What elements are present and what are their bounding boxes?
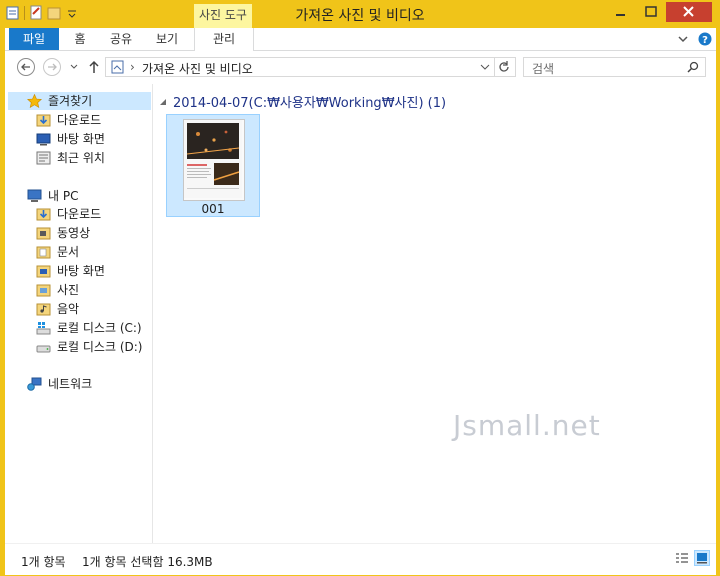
back-arrow-icon [21,63,30,71]
ribbon-controls: ? [678,32,712,46]
maximize-icon [645,6,657,17]
status-item-count: 1개 항목 [21,555,66,569]
tab-view[interactable]: 보기 [147,28,187,50]
large-icons-view-icon [697,553,707,564]
tab-file[interactable]: 파일 [9,28,59,50]
videos-folder-icon [36,227,51,240]
nav-pc-downloads[interactable]: 다운로드 [36,205,101,223]
nav-pc-videos[interactable]: 동영상 [36,224,90,242]
large-icons-view-button[interactable] [694,550,710,566]
back-button[interactable] [17,58,35,76]
file-item[interactable]: 001 [166,114,260,217]
details-view-button[interactable] [674,550,690,566]
nav-favorites-label: 즐겨찾기 [48,94,93,108]
nav-item-label: 바탕 화면 [57,264,105,278]
file-name: 001 [201,202,225,216]
system-drive-icon [36,322,51,335]
download-folder-icon [36,208,51,221]
computer-icon [27,189,42,202]
nav-item-label: 동영상 [57,226,91,240]
file-list-pane: 2014-04-07(C:₩사용자₩Working₩사진) (1) 001 Js… [153,84,716,543]
star-icon [27,94,42,108]
nav-pc-music[interactable]: 음악 [36,300,79,318]
minimize-icon [616,14,625,16]
search-icon[interactable] [687,61,699,73]
window-controls [606,2,712,22]
network-icon [27,377,42,391]
nav-item-label: 다운로드 [57,113,102,127]
nav-this-pc-label: 내 PC [48,189,79,203]
drive-icon [36,345,51,353]
address-row: › 가져온 사진 및 비디오 검색 [5,51,716,84]
nav-item-label: 문서 [57,245,80,259]
main-area: 즐겨찾기 다운로드 바탕 화면 최근 위치 내 PC 다운로드 동영상 문서 바… [5,84,716,543]
desktop-icon [36,133,51,146]
music-folder-icon [36,303,51,316]
tab-share[interactable]: 공유 [101,28,141,50]
help-icon[interactable]: ? [698,32,712,46]
nav-pc-documents[interactable]: 문서 [36,243,79,261]
file-thumbnail [183,119,245,201]
explorer-window: 사진 도구 가져온 사진 및 비디오 파일 홈 공유 보기 관리 ? › 가져온… [2,0,718,575]
address-dropdown-icon[interactable] [480,63,490,71]
forward-button[interactable] [43,58,61,76]
nav-item-label: 로컬 디스크 (C:) [57,321,142,335]
ribbon-tab-row: 파일 홈 공유 보기 관리 ? [5,28,716,51]
recent-locations-icon[interactable] [69,63,79,71]
nav-favorites-desktop[interactable]: 바탕 화면 [36,130,105,148]
nav-item-label: 최근 위치 [57,151,105,165]
documents-folder-icon [36,246,51,259]
nav-pc-pictures[interactable]: 사진 [36,281,79,299]
nav-this-pc[interactable]: 내 PC [27,187,78,205]
recent-places-icon [36,151,51,165]
watermark: Jsmall.net [453,409,601,442]
up-arrow-icon[interactable] [88,60,100,74]
tab-manage[interactable]: 관리 [194,28,254,51]
refresh-button[interactable] [494,57,516,77]
nav-item-label: 음악 [57,302,80,316]
nav-pc-desktop[interactable]: 바탕 화면 [36,262,105,280]
svg-text:?: ? [702,35,708,46]
title-bar: 사진 도구 가져온 사진 및 비디오 [2,0,718,28]
nav-item-label: 로컬 디스크 (D:) [57,340,143,354]
refresh-icon [499,61,509,72]
nav-pc-drive-d[interactable]: 로컬 디스크 (D:) [36,338,142,356]
nav-network[interactable]: 네트워크 [27,375,92,393]
nav-favorites[interactable]: 즐겨찾기 [8,92,151,110]
desktop-folder-icon [36,265,51,278]
forward-arrow-icon [48,63,57,71]
pictures-folder-icon [36,284,51,297]
nav-item-label: 사진 [57,283,80,297]
tab-home[interactable]: 홈 [63,28,97,50]
details-view-icon [676,553,688,563]
close-button[interactable] [666,2,712,22]
group-header[interactable]: 2014-04-07(C:₩사용자₩Working₩사진) (1) [159,92,446,111]
nav-favorites-downloads[interactable]: 다운로드 [36,111,101,129]
search-input[interactable]: 검색 [523,57,706,77]
address-bar[interactable]: › 가져온 사진 및 비디오 [105,57,495,77]
status-bar: 1개 항목 1개 항목 선택함 16.3MB [5,543,716,575]
download-folder-icon [36,114,51,127]
collapse-group-icon[interactable] [159,98,167,106]
navigation-pane: 즐겨찾기 다운로드 바탕 화면 최근 위치 내 PC 다운로드 동영상 문서 바… [5,84,153,543]
nav-item-label: 다운로드 [57,207,102,221]
pictures-library-icon [111,60,124,74]
search-placeholder: 검색 [532,62,555,76]
breadcrumb-separator[interactable]: › [130,60,135,74]
photo-thumbnail-image [184,120,242,198]
nav-pc-drive-c[interactable]: 로컬 디스크 (C:) [36,319,142,337]
nav-network-label: 네트워크 [48,377,93,391]
nav-favorites-recent[interactable]: 최근 위치 [36,149,105,167]
maximize-button[interactable] [636,2,666,22]
minimize-button[interactable] [606,2,636,22]
group-header-label: 2014-04-07(C:₩사용자₩Working₩사진) (1) [173,96,447,111]
view-switcher [674,550,710,566]
nav-item-label: 바탕 화면 [57,132,105,146]
status-selection: 1개 항목 선택함 16.3MB [82,555,213,569]
expand-ribbon-icon[interactable] [678,34,688,44]
close-icon [683,6,694,17]
breadcrumb-current[interactable]: 가져온 사진 및 비디오 [142,60,253,77]
